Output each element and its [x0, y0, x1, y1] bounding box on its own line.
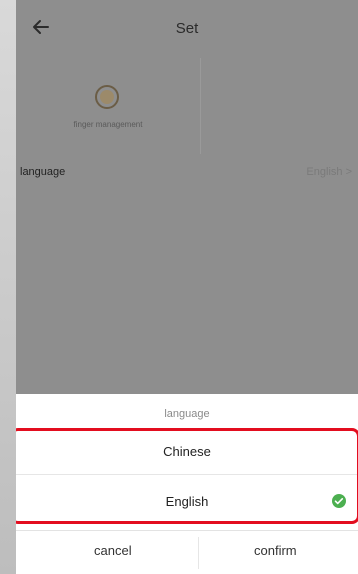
language-label: language [20, 166, 66, 178]
background-strip [0, 0, 16, 574]
app-screen: Set finger management language English >… [16, 0, 358, 574]
action-button-row: cancel confirm [16, 530, 358, 574]
finger-management-label[interactable]: finger management [36, 120, 180, 129]
check-icon [332, 494, 346, 508]
page-title: Set [175, 20, 199, 37]
cancel-button[interactable]: cancel [94, 543, 132, 558]
button-divider [198, 537, 199, 569]
language-value: English > [306, 166, 352, 178]
tile-divider [200, 58, 201, 154]
chevron-right-icon: > [345, 166, 352, 178]
fingerprint-icon[interactable] [94, 84, 120, 110]
option-divider [16, 474, 358, 475]
top-bar: Set [16, 0, 358, 60]
sheet-title: language [164, 408, 210, 420]
option-label: English [165, 494, 209, 509]
confirm-button[interactable]: confirm [254, 543, 297, 558]
option-label: Chinese [163, 444, 211, 459]
language-picker-sheet: language Chinese English cancel confirm [16, 394, 358, 574]
language-setting-row[interactable]: language English > [16, 154, 358, 190]
option-chinese[interactable]: Chinese [16, 434, 358, 470]
option-english[interactable]: English [16, 484, 358, 520]
tile-area [16, 58, 358, 154]
